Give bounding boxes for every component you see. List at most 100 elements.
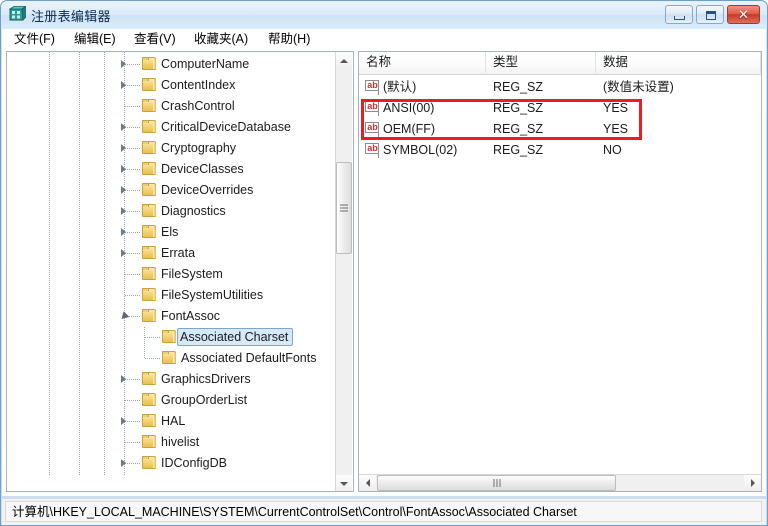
tree-item-20[interactable]: Keyboard Layout	[7, 474, 335, 475]
list-scroll-right-button[interactable]	[744, 475, 761, 491]
tree-item-2[interactable]: CrashControl	[7, 96, 335, 117]
value-name-cell: SYMBOL(02)	[383, 142, 457, 159]
tree-item-label[interactable]: DeviceOverrides	[161, 182, 253, 199]
tree-item-5[interactable]: DeviceClasses	[7, 159, 335, 180]
tree-vertical-scrollbar[interactable]	[335, 52, 352, 492]
tree-item-15[interactable]: GraphicsDrivers	[7, 369, 335, 390]
tree-expander-collapsed-icon[interactable]	[120, 228, 129, 237]
tree-item-label[interactable]: FileSystem	[161, 266, 223, 283]
chevron-up-icon	[340, 59, 348, 63]
tree-item-label[interactable]: Associated DefaultFonts	[181, 350, 317, 367]
tree-scroll-down-button[interactable]	[336, 475, 352, 492]
tree-item-label[interactable]: FontAssoc	[161, 308, 220, 325]
registry-tree-pane[interactable]: ComputerName ContentIndex CrashControl Crit…	[6, 51, 354, 492]
tree-expander-expanded-icon[interactable]	[120, 312, 129, 321]
close-button[interactable]: ✕	[727, 5, 760, 24]
tree-item-label[interactable]: DeviceClasses	[161, 161, 244, 178]
restore-button[interactable]	[696, 5, 724, 24]
folder-icon	[142, 246, 158, 260]
tree-item-label[interactable]: HAL	[161, 413, 185, 430]
grip-icon	[340, 205, 348, 212]
column-header-1[interactable]: 类型	[486, 52, 596, 73]
tree-expander-collapsed-icon[interactable]	[120, 60, 129, 69]
tree-expander-collapsed-icon[interactable]	[120, 186, 129, 195]
tree-item-19[interactable]: IDConfigDB	[7, 453, 335, 474]
title-bar[interactable]: 注册表编辑器 ✕	[1, 1, 767, 29]
registry-values-pane[interactable]: 名称类型数据 ab(默认)REG_SZ(数值未设置)abANSI(00)REG_…	[358, 51, 762, 492]
menu-item-3[interactable]: 收藏夹(A)	[190, 31, 252, 48]
tree-scroll-up-button[interactable]	[336, 52, 352, 69]
registry-tree[interactable]: ComputerName ContentIndex CrashControl Crit…	[7, 52, 335, 475]
tree-connector	[125, 400, 141, 401]
tree-item-label[interactable]: IDConfigDB	[161, 455, 227, 472]
column-header-0[interactable]: 名称	[359, 52, 486, 73]
tree-item-label[interactable]: Associated Charset	[177, 328, 293, 346]
folder-icon	[142, 120, 158, 134]
tree-scroll-thumb[interactable]	[336, 162, 352, 254]
folder-icon	[142, 372, 158, 386]
folder-icon	[142, 204, 158, 218]
tree-expander-collapsed-icon[interactable]	[120, 123, 129, 132]
tree-item-label[interactable]: GraphicsDrivers	[161, 371, 251, 388]
tree-item-18[interactable]: hivelist	[7, 432, 335, 453]
list-scroll-left-button[interactable]	[359, 475, 376, 491]
tree-expander-collapsed-icon[interactable]	[120, 165, 129, 174]
tree-item-10[interactable]: FileSystem	[7, 264, 335, 285]
tree-item-label[interactable]: hivelist	[161, 434, 199, 451]
tree-item-16[interactable]: GroupOrderList	[7, 390, 335, 411]
tree-item-label[interactable]: Errata	[161, 245, 195, 262]
string-value-icon: ab	[365, 101, 379, 116]
tree-item-9[interactable]: Errata	[7, 243, 335, 264]
folder-icon	[142, 393, 158, 407]
tree-item-label[interactable]: Cryptography	[161, 140, 236, 157]
tree-item-label[interactable]: Diagnostics	[161, 203, 226, 220]
menu-item-0[interactable]: 文件(F)	[10, 31, 59, 48]
tree-item-0[interactable]: ComputerName	[7, 54, 335, 75]
tree-item-12[interactable]: FontAssoc	[7, 306, 335, 327]
tree-connector	[125, 274, 141, 275]
list-column-headers[interactable]: 名称类型数据	[359, 52, 761, 75]
string-value-icon: ab	[365, 143, 379, 158]
tree-expander-collapsed-icon[interactable]	[120, 207, 129, 216]
tree-item-4[interactable]: Cryptography	[7, 138, 335, 159]
folder-icon	[142, 288, 158, 302]
folder-icon	[142, 99, 158, 113]
tree-item-8[interactable]: Els	[7, 222, 335, 243]
list-horizontal-scrollbar[interactable]	[359, 474, 761, 491]
menu-item-4[interactable]: 帮助(H)	[264, 31, 314, 48]
tree-expander-collapsed-icon[interactable]	[120, 459, 129, 468]
tree-item-label[interactable]: Els	[161, 224, 178, 241]
tree-item-7[interactable]: Diagnostics	[7, 201, 335, 222]
tree-item-17[interactable]: HAL	[7, 411, 335, 432]
tree-item-label[interactable]: ContentIndex	[161, 77, 235, 94]
tree-expander-collapsed-icon[interactable]	[120, 81, 129, 90]
tree-item-label[interactable]: GroupOrderList	[161, 392, 247, 409]
list-scroll-thumb[interactable]	[377, 475, 616, 491]
tree-item-label[interactable]: CrashControl	[161, 98, 235, 115]
tree-item-1[interactable]: ContentIndex	[7, 75, 335, 96]
value-name-cell: OEM(FF)	[383, 121, 435, 138]
tree-item-label[interactable]: ComputerName	[161, 56, 249, 73]
list-row[interactable]: ab(默认)REG_SZ(数值未设置)	[359, 77, 761, 98]
tree-expander-collapsed-icon[interactable]	[120, 249, 129, 258]
menu-item-1[interactable]: 编辑(E)	[70, 31, 120, 48]
list-row[interactable]: abOEM(FF)REG_SZYES	[359, 119, 761, 140]
tree-item-label[interactable]: CriticalDeviceDatabase	[161, 119, 291, 136]
grip-icon	[493, 479, 500, 487]
tree-item-11[interactable]: FileSystemUtilities	[7, 285, 335, 306]
tree-item-14[interactable]: Associated DefaultFonts	[7, 348, 335, 369]
list-row[interactable]: abSYMBOL(02)REG_SZNO	[359, 140, 761, 161]
tree-expander-collapsed-icon[interactable]	[120, 144, 129, 153]
tree-item-13[interactable]: Associated Charset	[7, 327, 335, 348]
tree-expander-collapsed-icon[interactable]	[120, 417, 129, 426]
column-header-2[interactable]: 数据	[596, 52, 761, 73]
minimize-button[interactable]	[665, 5, 693, 24]
status-path-text: 计算机\HKEY_LOCAL_MACHINE\SYSTEM\CurrentCon…	[12, 505, 577, 520]
minimize-icon	[674, 16, 685, 20]
list-row[interactable]: abANSI(00)REG_SZYES	[359, 98, 761, 119]
tree-item-3[interactable]: CriticalDeviceDatabase	[7, 117, 335, 138]
menu-item-2[interactable]: 查看(V)	[130, 31, 180, 48]
tree-item-label[interactable]: FileSystemUtilities	[161, 287, 263, 304]
tree-expander-collapsed-icon[interactable]	[120, 375, 129, 384]
tree-item-6[interactable]: DeviceOverrides	[7, 180, 335, 201]
